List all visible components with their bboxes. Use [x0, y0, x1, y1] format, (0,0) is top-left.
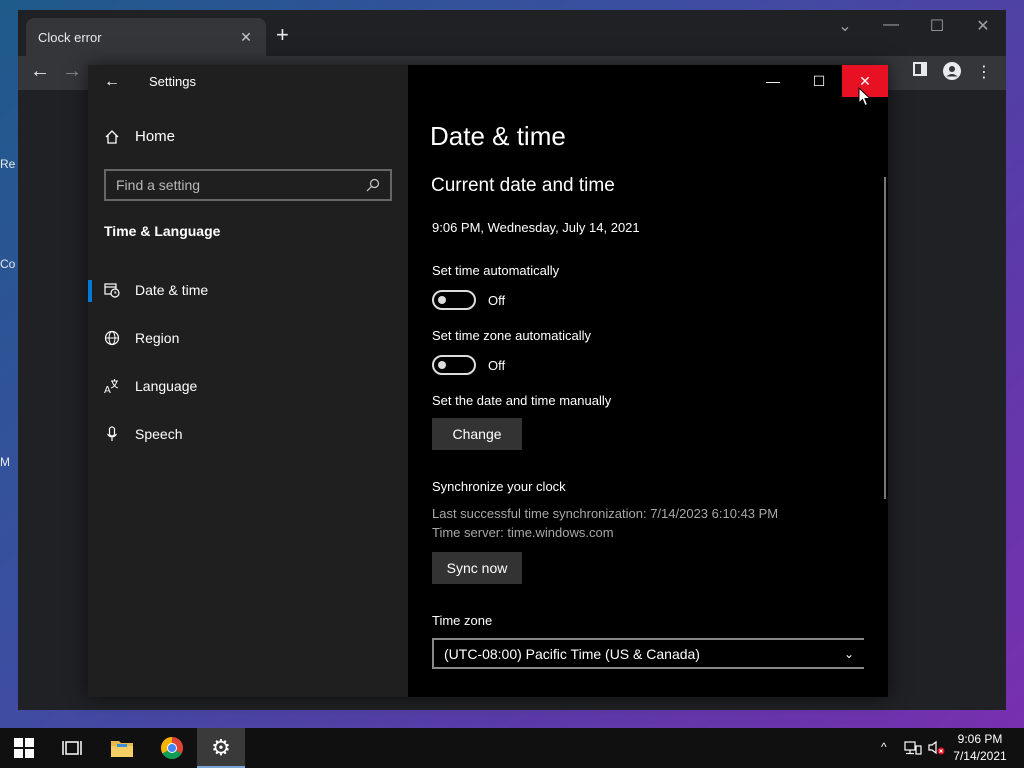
- side-panel-icon[interactable]: [909, 62, 931, 81]
- selected-indicator: [88, 280, 92, 302]
- current-datetime-text: 9:06 PM, Wednesday, July 14, 2021: [432, 220, 640, 235]
- menu-dots-icon[interactable]: ⋮: [973, 62, 995, 82]
- set-time-auto-toggle[interactable]: [432, 290, 476, 310]
- file-explorer-button[interactable]: [98, 728, 146, 768]
- home-icon: [105, 129, 119, 144]
- browser-tab-title: Clock error: [38, 29, 102, 45]
- page-title: Date & time: [430, 121, 566, 151]
- time-server-text: Time server: time.windows.com: [432, 525, 614, 540]
- home-label: Home: [135, 128, 176, 145]
- settings-content: — ☐ ✕ Date & time Current date and time …: [408, 65, 888, 697]
- nav-label: Region: [135, 330, 180, 346]
- globe-icon: [104, 330, 120, 346]
- nav-item-speech[interactable]: Speech: [88, 414, 408, 454]
- folder-icon: [111, 741, 133, 757]
- settings-window: ← Settings Home Time & Language: [88, 65, 888, 697]
- timezone-dropdown[interactable]: (UTC-08:00) Pacific Time (US & Canada) ⌄: [432, 638, 864, 669]
- task-view-icon: [62, 741, 82, 755]
- browser-minimize-button[interactable]: —: [876, 16, 906, 34]
- tab-search-icon[interactable]: ⌄: [830, 16, 860, 36]
- last-sync-text: Last successful time synchronization: 7/…: [432, 506, 779, 521]
- browser-maximize-button[interactable]: ☐: [922, 16, 952, 36]
- gear-icon: ⚙: [211, 735, 231, 760]
- scrollbar[interactable]: [884, 177, 886, 499]
- toggle-state-label: Off: [488, 358, 506, 373]
- taskbar-date: 7/14/2021: [953, 749, 1007, 763]
- taskbar-time: 9:06 PM: [957, 732, 1003, 746]
- sync-now-button[interactable]: Sync now: [432, 552, 522, 584]
- forward-arrow-icon[interactable]: →: [62, 60, 82, 83]
- windows-logo-icon: [14, 738, 34, 758]
- sync-heading: Synchronize your clock: [432, 479, 566, 494]
- show-hidden-icons-chevron-up-icon[interactable]: ^: [881, 740, 887, 754]
- toggle-knob: [438, 296, 446, 304]
- search-icon: [366, 178, 380, 192]
- volume-muted-icon[interactable]: [928, 740, 946, 756]
- start-button[interactable]: [0, 728, 48, 768]
- nav-label: Language: [135, 378, 198, 394]
- nav-label: Speech: [135, 426, 183, 442]
- clock-calendar-icon: [104, 283, 120, 298]
- network-icon[interactable]: [904, 741, 922, 755]
- browser-close-button[interactable]: ✕: [968, 16, 998, 36]
- chrome-taskbar-button[interactable]: [148, 728, 196, 768]
- timezone-value: (UTC-08:00) Pacific Time (US & Canada): [444, 645, 700, 662]
- timezone-label: Time zone: [432, 613, 493, 628]
- back-arrow-icon[interactable]: ←: [30, 60, 50, 83]
- desktop-icon-label: M: [0, 455, 10, 469]
- search-input[interactable]: [116, 177, 366, 193]
- settings-taskbar-button[interactable]: ⚙: [197, 728, 245, 768]
- set-timezone-auto-label: Set time zone automatically: [432, 328, 591, 343]
- chevron-down-icon: ⌄: [843, 646, 854, 661]
- nav-label: Date & time: [135, 282, 209, 298]
- maximize-button[interactable]: ☐: [796, 65, 842, 97]
- language-icon: A: [104, 379, 119, 394]
- browser-tab[interactable]: Clock error ✕: [26, 18, 266, 56]
- set-time-auto-label: Set time automatically: [432, 263, 560, 278]
- toggle-state-label: Off: [488, 293, 506, 308]
- settings-sidebar: ← Settings Home Time & Language: [88, 65, 408, 697]
- taskbar: ⚙ ^ 9:06 PM 7/14/2021: [0, 728, 1024, 768]
- microphone-icon: [107, 426, 117, 441]
- nav-item-region[interactable]: Region: [88, 318, 408, 358]
- nav-item-language[interactable]: A Language: [88, 366, 408, 406]
- profile-icon[interactable]: [941, 62, 963, 85]
- manual-set-label: Set the date and time manually: [432, 393, 612, 408]
- section-title: Time & Language: [104, 223, 221, 239]
- minimize-button[interactable]: —: [750, 65, 796, 97]
- desktop-icon-label: Re: [0, 157, 16, 171]
- nav-item-date-time[interactable]: Date & time: [88, 270, 408, 310]
- new-tab-button[interactable]: +: [276, 24, 289, 46]
- settings-app-title: Settings: [149, 74, 196, 89]
- task-view-button[interactable]: [48, 728, 96, 768]
- browser-tab-bar: Clock error ✕ + ⌄ — ☐ ✕: [18, 10, 1006, 56]
- mouse-cursor-icon: [858, 87, 872, 107]
- svg-text:A: A: [104, 385, 111, 394]
- desktop-icon-label: Co: [0, 257, 16, 271]
- close-tab-icon[interactable]: ✕: [238, 29, 254, 46]
- change-button[interactable]: Change: [432, 418, 522, 450]
- set-timezone-auto-toggle[interactable]: [432, 355, 476, 375]
- toggle-knob: [438, 361, 446, 369]
- settings-search-box[interactable]: [104, 169, 392, 201]
- back-arrow-icon[interactable]: ←: [104, 73, 120, 91]
- current-date-heading: Current date and time: [431, 175, 615, 196]
- taskbar-clock[interactable]: 9:06 PM 7/14/2021: [950, 731, 1010, 765]
- chrome-icon: [161, 737, 183, 759]
- home-nav-item[interactable]: Home: [104, 128, 175, 145]
